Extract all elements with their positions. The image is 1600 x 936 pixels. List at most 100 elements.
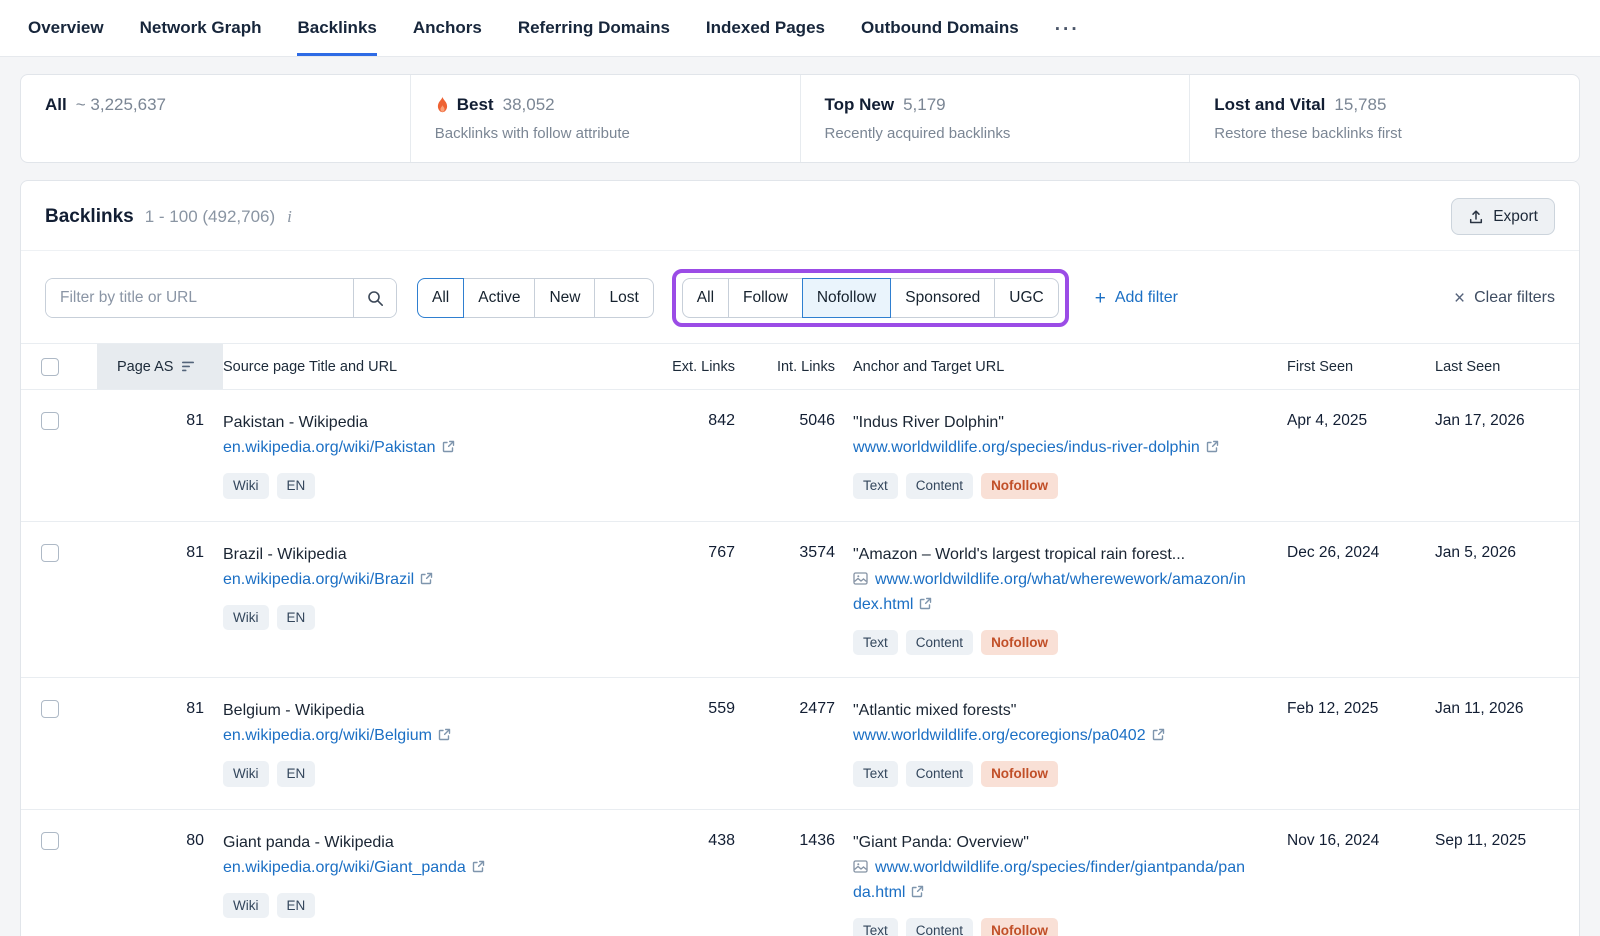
tab-indexed-pages[interactable]: Indexed Pages [706,0,825,56]
status-filter-all[interactable]: All [417,278,464,318]
status-filter-active[interactable]: Active [463,278,535,318]
tag-chip: Wiki [223,893,269,919]
column-header-int-links[interactable]: Int. Links [743,344,843,389]
nofollow-chip: Nofollow [981,630,1058,656]
follow-filter-ugc[interactable]: UGC [994,278,1058,318]
more-tabs-button[interactable]: ··· [1055,0,1080,56]
follow-filter-all[interactable]: All [682,278,729,318]
column-header-anchor[interactable]: Anchor and Target URL [843,344,1287,389]
last-seen-value: Jan 17, 2026 [1435,390,1555,521]
tag-chip: EN [277,893,316,919]
tag-chip: EN [277,605,316,631]
summary-cards: All ~ 3,225,637 Best 38,052 Backlinks wi… [20,74,1580,163]
card-value: 38,052 [503,95,555,115]
external-link-icon[interactable] [472,857,485,881]
tag-chip: Wiki [223,761,269,787]
summary-card-lost-and-vital[interactable]: Lost and Vital 15,785 Restore these back… [1189,75,1579,162]
card-title: Lost and Vital [1214,95,1325,115]
tab-anchors[interactable]: Anchors [413,0,482,56]
first-seen-value: Apr 4, 2025 [1287,390,1435,521]
column-label: Page AS [117,359,173,375]
column-header-ext-links[interactable]: Ext. Links [655,344,743,389]
tag-chip: Text [853,761,898,787]
external-link-icon[interactable] [1152,725,1165,749]
nofollow-chip: Nofollow [981,761,1058,787]
anchor-text: "Giant Panda: Overview" [853,832,1247,854]
search-button[interactable] [353,279,396,317]
link-tag-list: TextContentNofollow [853,761,1247,787]
follow-filter-sponsored[interactable]: Sponsored [890,278,995,318]
external-link-icon[interactable] [911,882,924,906]
table-row: 81 Belgium - Wikipedia en.wikipedia.org/… [21,678,1579,810]
last-seen-value: Jan 5, 2026 [1435,522,1555,678]
target-url-link[interactable]: www.worldwildlife.org/ecoregions/pa0402 [853,727,1146,744]
row-checkbox[interactable] [41,832,59,850]
nofollow-chip: Nofollow [981,473,1058,499]
link-tag-list: Text Content Nofollow [853,630,1247,656]
ext-links-value: 438 [655,810,743,936]
tag-chip: Text [853,473,898,499]
export-label: Export [1493,208,1538,226]
highlight-box: All Follow Nofollow Sponsored UGC [672,269,1069,327]
page-as-value: 81 [97,678,223,809]
tag-chip: Wiki [223,473,269,499]
follow-filter-follow[interactable]: Follow [728,278,803,318]
tag-chip: Wiki [223,605,269,631]
tab-backlinks[interactable]: Backlinks [297,0,376,56]
card-value: 15,785 [1334,95,1386,115]
ext-links-value: 842 [655,390,743,521]
target-url-link[interactable]: www.worldwildlife.org/species/indus-rive… [853,439,1200,456]
tag-chip: EN [277,473,316,499]
status-filter-lost[interactable]: Lost [594,278,653,318]
clear-filters-button[interactable]: × Clear filters [1454,289,1555,308]
sort-descending-icon [182,361,195,372]
tab-outbound-domains[interactable]: Outbound Domains [861,0,1019,56]
anchor-text: "Atlantic mixed forests" [853,700,1247,722]
tag-chip: Text [853,630,898,656]
int-links-value: 2477 [743,678,843,809]
status-filter-new[interactable]: New [534,278,595,318]
summary-card-best[interactable]: Best 38,052 Backlinks with follow attrib… [410,75,800,162]
ext-links-value: 559 [655,678,743,809]
add-filter-button[interactable]: + Add filter [1095,289,1178,308]
row-checkbox[interactable] [41,544,59,562]
image-link-icon [853,857,868,881]
card-value: 5,179 [903,95,946,115]
source-url-link[interactable]: en.wikipedia.org/wiki/Pakistan [223,439,436,456]
card-subtitle: Restore these backlinks first [1214,125,1555,142]
info-icon[interactable]: i [287,207,292,227]
source-url-link[interactable]: en.wikipedia.org/wiki/Belgium [223,727,432,744]
external-link-icon[interactable] [1206,437,1219,461]
tab-overview[interactable]: Overview [28,0,104,56]
target-url-link[interactable]: www.worldwildlife.org/what/wherewework/a… [853,571,1246,613]
search-input[interactable] [46,279,353,317]
summary-card-top-new[interactable]: Top New 5,179 Recently acquired backlink… [800,75,1190,162]
source-title: Belgium - Wikipedia [223,700,631,722]
export-button[interactable]: Export [1451,198,1555,235]
external-link-icon[interactable] [442,437,455,461]
nofollow-chip: Nofollow [981,918,1058,936]
external-link-icon[interactable] [420,569,433,593]
external-link-icon[interactable] [438,725,451,749]
source-url-link[interactable]: en.wikipedia.org/wiki/Giant_panda [223,859,466,876]
table-body: 81 Pakistan - Wikipedia en.wikipedia.org… [21,390,1579,936]
source-tag-list: Wiki EN [223,605,631,631]
summary-card-all[interactable]: All ~ 3,225,637 [21,75,410,162]
page-as-value: 80 [97,810,223,936]
column-header-page-as[interactable]: Page AS [97,344,223,389]
source-url-link[interactable]: en.wikipedia.org/wiki/Brazil [223,571,414,588]
source-tag-list: WikiEN [223,761,631,787]
external-link-icon[interactable] [919,594,932,618]
follow-filter-nofollow[interactable]: Nofollow [802,278,891,318]
source-title: Brazil - Wikipedia [223,544,631,566]
column-header-source[interactable]: Source page Title and URL [223,344,655,389]
close-icon: × [1454,289,1465,308]
tag-chip: Content [906,630,973,656]
column-header-first-seen[interactable]: First Seen [1287,344,1435,389]
row-checkbox[interactable] [41,412,59,430]
tab-network-graph[interactable]: Network Graph [140,0,262,56]
column-header-last-seen[interactable]: Last Seen [1435,344,1555,389]
tab-referring-domains[interactable]: Referring Domains [518,0,670,56]
select-all-checkbox[interactable] [41,358,59,376]
row-checkbox[interactable] [41,700,59,718]
